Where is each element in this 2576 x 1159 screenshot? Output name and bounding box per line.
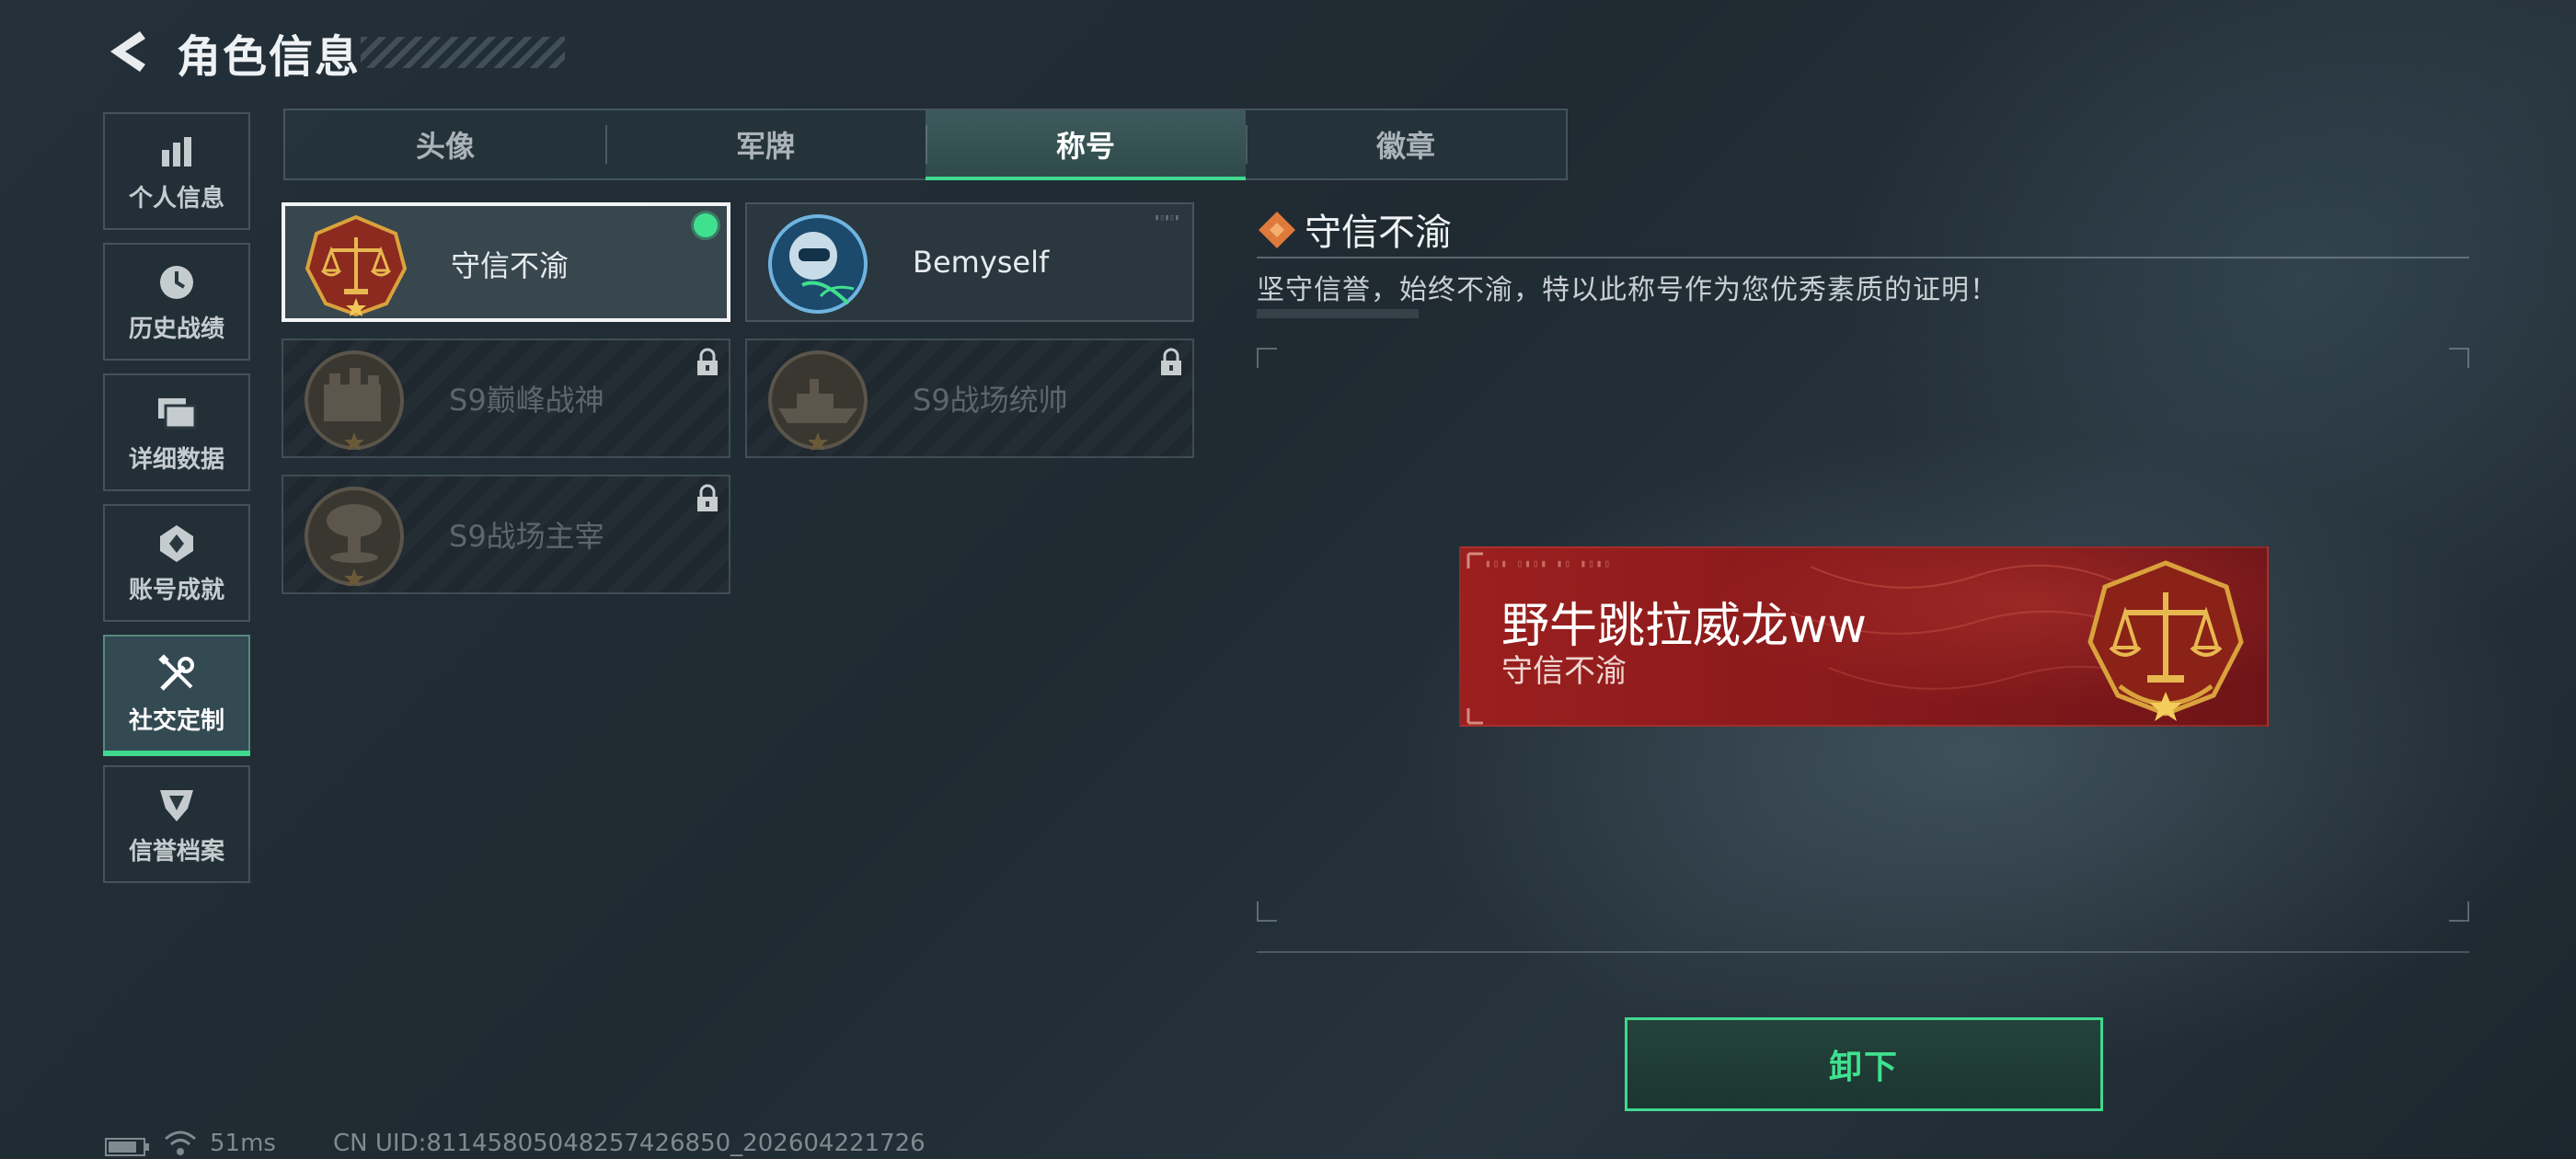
- sidebar-item-label: 信誉档案: [128, 837, 224, 866]
- credit-shield-icon: [155, 783, 199, 827]
- sidebar-item-label: 个人信息: [128, 184, 224, 212]
- tab-badge[interactable]: 徽章: [1246, 110, 1566, 178]
- battery-icon: [105, 1138, 149, 1156]
- nameplate-preview: ▮▯▮ ▯▮▯▮ ▮▯ ▮▯▮▯ 野牛跳拉威龙ww 守信不渝: [1459, 546, 2269, 727]
- divider: [1257, 257, 2469, 258]
- sidebar-item-credit-record[interactable]: 信誉档案: [103, 765, 250, 883]
- wifi-icon: [165, 1130, 196, 1155]
- title-card-name: S9战场统帅: [913, 383, 1068, 418]
- uid-readout: CN UID:811458050482574268​50_20260422172…: [333, 1130, 926, 1157]
- title-card-name: Bemyself: [913, 245, 1050, 280]
- sidebar-item-personal-info[interactable]: 个人信息: [103, 112, 250, 230]
- tab-avatar[interactable]: 头像: [285, 110, 605, 178]
- category-tabs: 头像 军牌 称号 徽章: [283, 109, 1568, 180]
- title-card-name: 守信不渝: [451, 248, 569, 283]
- lock-icon: [1161, 348, 1181, 375]
- divider: [1257, 951, 2469, 953]
- tab-title[interactable]: 称号: [926, 110, 1246, 180]
- folders-icon: [155, 391, 199, 435]
- title-card-bemyself[interactable]: Bemyself ▮▯▮▯▮: [745, 202, 1194, 322]
- title-card-name: S9巅峰战神: [449, 383, 604, 418]
- achievement-badge-icon: [155, 522, 199, 566]
- tools-wrench-icon: [155, 652, 199, 696]
- detail-decoration: [1257, 309, 1419, 318]
- unequip-button[interactable]: 卸下: [1625, 1017, 2103, 1111]
- scales-emblem-icon: [2087, 560, 2244, 721]
- title-card-name: S9战场主宰: [449, 519, 604, 554]
- fortress-emblem-icon: [305, 350, 404, 451]
- page-title: 角色信息: [177, 31, 362, 83]
- warship-emblem-icon: [768, 350, 868, 451]
- sidebar-item-social-custom[interactable]: 社交定制: [103, 635, 250, 756]
- tab-dog-tag[interactable]: 军牌: [605, 110, 926, 178]
- title-card-shouxin[interactable]: 守信不渝: [282, 202, 730, 322]
- sidebar-item-achievements[interactable]: 账号成就: [103, 504, 250, 622]
- sidebar-item-label: 详细数据: [128, 445, 224, 474]
- sidebar-item-history[interactable]: 历史战绩: [103, 243, 250, 361]
- back-arrow-icon[interactable]: [103, 26, 155, 77]
- title-card-s9-dominator[interactable]: S9战场主宰: [282, 475, 730, 594]
- nameplate-decoration: ▮▯▮ ▯▮▯▮ ▮▯ ▮▯▮▯: [1485, 557, 1612, 569]
- sidebar-item-detailed-data[interactable]: 详细数据: [103, 373, 250, 491]
- title-decoration: [361, 37, 565, 68]
- frame-corner: [1257, 901, 1277, 922]
- selected-title-name: 守信不渝: [1305, 212, 1452, 254]
- sidebar-item-label: 账号成就: [128, 576, 224, 604]
- title-card-s9-peak-god[interactable]: S9巅峰战神: [282, 339, 730, 458]
- history-clock-icon: [155, 260, 199, 304]
- bar-chart-icon: [155, 130, 199, 174]
- selected-title-description: 坚守信誉，始终不渝，特以此称号作为您优秀素质的证明！: [1257, 274, 1998, 306]
- frame-corner: [2449, 348, 2469, 368]
- diamond-title-icon: [1259, 212, 1295, 248]
- mushroom-cloud-emblem-icon: [305, 487, 404, 587]
- ping-readout: 51ms: [210, 1130, 276, 1157]
- title-card-s9-commander[interactable]: S9战场统帅: [745, 339, 1194, 458]
- equipped-indicator: [694, 213, 718, 237]
- frame-corner: [2449, 901, 2469, 922]
- lock-icon: [697, 348, 718, 375]
- card-decoration: ▮▯▮▯▮: [1154, 213, 1179, 223]
- nameplate-title: 守信不渝: [1501, 653, 1627, 690]
- frame-corner: [1257, 348, 1277, 368]
- sidebar-item-label: 社交定制: [128, 706, 224, 735]
- sidebar-item-label: 历史战绩: [128, 315, 224, 343]
- lock-icon: [697, 484, 718, 511]
- astronaut-emblem-icon: [768, 214, 868, 314]
- scales-emblem-icon: [305, 214, 408, 317]
